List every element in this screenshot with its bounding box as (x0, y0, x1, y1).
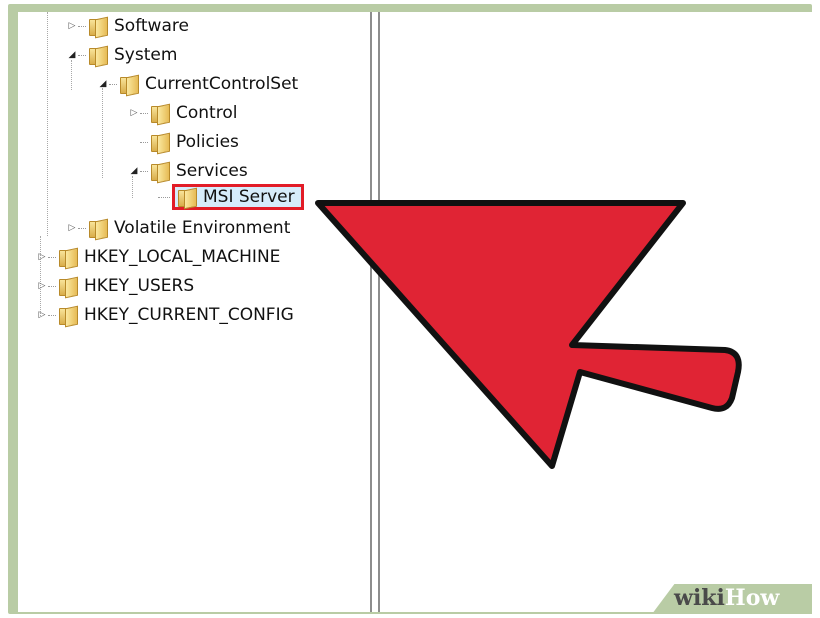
watermark-wiki-text: wiki (674, 585, 725, 611)
red-pointer-arrow-icon (315, 200, 742, 469)
wikihow-watermark: wikiHow (652, 584, 812, 614)
watermark-how-text: How (724, 585, 780, 611)
arrow-shape (315, 200, 742, 469)
watermark-logo: wikiHow (674, 585, 779, 611)
